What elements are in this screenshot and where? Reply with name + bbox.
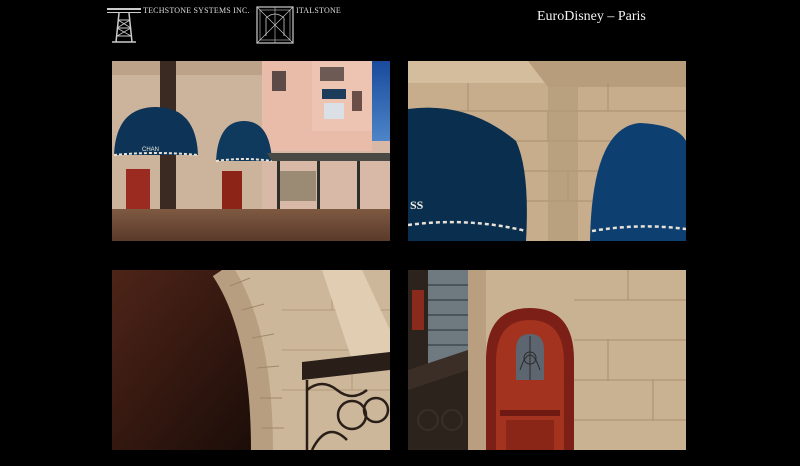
italstone-emblem-icon <box>256 6 294 44</box>
techstone-logo-text: TECHSTONE SYSTEMS INC. <box>143 6 250 15</box>
awnings-granite-image: SS <box>408 61 686 241</box>
photo-stone-arch[interactable] <box>112 270 390 450</box>
arched-window-image <box>408 270 686 450</box>
awning-sign-text: CHAN <box>142 147 159 153</box>
hotel-facade-image: CHAN <box>112 61 390 241</box>
header: TECHSTONE SYSTEMS INC. ITALSTONE EuroDis… <box>0 0 800 50</box>
italstone-logo[interactable]: ITALSTONE <box>256 6 356 44</box>
techstone-logo[interactable]: TECHSTONE SYSTEMS INC. <box>106 6 250 44</box>
awning-sign-text: SS <box>410 198 424 212</box>
photo-arched-window[interactable] <box>408 270 686 450</box>
techstone-tower-icon <box>107 8 141 43</box>
stone-arch-image <box>112 270 390 450</box>
page-title: EuroDisney – Paris <box>537 9 646 24</box>
italstone-logo-text: ITALSTONE <box>296 6 342 15</box>
photo-hotel-facade[interactable]: CHAN <box>112 61 390 241</box>
photo-awnings-granite[interactable]: SS <box>408 61 686 241</box>
